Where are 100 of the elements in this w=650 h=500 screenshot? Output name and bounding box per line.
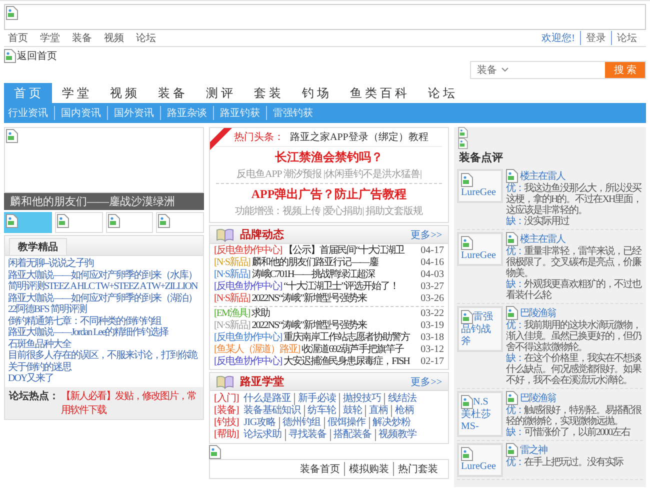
topic-link[interactable]: 枪柄 <box>391 405 418 417</box>
topic-link[interactable]: 德州钓组 <box>278 417 324 429</box>
news-link[interactable]: 求助 <box>252 308 270 320</box>
nav-tab[interactable]: 钓场 <box>292 83 340 103</box>
topic-tag[interactable]: [入门] <box>214 393 239 405</box>
topic-link[interactable]: 鼓轮 <box>339 405 366 417</box>
topic-link[interactable]: 视频教学 <box>374 429 420 441</box>
top-link[interactable]: 学堂 <box>40 31 60 45</box>
headline-subtitle[interactable]: 功能增强：视频上传 |爱心捐助| 捐助文套版规 <box>235 204 423 218</box>
topic-link[interactable]: 假饵操作 <box>324 417 369 429</box>
avatar-frame[interactable]: LureGee <box>457 443 503 477</box>
broken-image-icon <box>56 214 69 228</box>
tutorial-link[interactable]: 22阿德BFS 简明评测 <box>8 304 200 316</box>
news-link[interactable]: 【公示】首届民间“十大江湖卫 <box>284 245 404 257</box>
user-link[interactable]: 论坛 <box>611 31 642 45</box>
top-link[interactable]: 视频 <box>104 31 124 45</box>
tutorial-link[interactable]: 路亚大咖说——如何应对产卵季的到来（水库） <box>8 270 200 281</box>
news-link[interactable]: 重庆南岸工作站志愿者协助警方 <box>284 332 410 344</box>
user-link[interactable]: 楼主在雷人 <box>520 170 565 182</box>
slide-thumbnail[interactable] <box>106 212 154 233</box>
category-tag[interactable]: [反电鱼协作中心] <box>214 245 282 257</box>
headline-subtitle[interactable]: 反电鱼APP 潮汐预报 |休闲垂钓不是洪水猛兽| <box>236 167 422 181</box>
news-link[interactable]: 涛峨C701H——挑战鸭绿江超深 <box>252 269 375 281</box>
topic-link[interactable]: 新手必读 <box>294 393 340 405</box>
category-tag[interactable]: [N·S新品] <box>214 269 250 281</box>
top-link[interactable]: 首页 <box>8 31 28 45</box>
tutorial-link[interactable]: DOY又来了 <box>8 373 200 384</box>
top-link[interactable]: 论坛 <box>136 31 156 45</box>
tutorial-link[interactable]: 路亚大咖说——Jordan Lee的精细作钓选择 <box>8 327 200 338</box>
equipment-link[interactable]: 模拟购装 <box>344 462 393 476</box>
panel-tab[interactable]: 教学精品 <box>9 238 67 255</box>
slide-thumbnail[interactable] <box>54 212 102 233</box>
topic-tag[interactable]: [帮助] <box>214 429 239 441</box>
welcome-text[interactable]: 欢迎您! <box>536 31 580 45</box>
broken-image-icon <box>6 129 18 143</box>
nav-tab[interactable]: 装备 <box>148 83 196 103</box>
topic-link[interactable]: JIG攻略 <box>240 417 279 429</box>
topic-link[interactable]: 解决炒粉 <box>368 417 414 429</box>
tutorial-link[interactable]: 关于倒钓的迷思 <box>8 362 200 373</box>
avatar-frame[interactable]: LureGee <box>457 169 503 203</box>
topic-link[interactable]: 纺车轮 <box>304 405 340 417</box>
topic-link[interactable]: 寻找装备 <box>284 429 330 441</box>
equipment-link[interactable]: 热门套装 <box>393 462 442 476</box>
top-link[interactable]: 装备 <box>72 31 92 45</box>
topic-link[interactable]: 什么是路亚 <box>240 393 294 405</box>
category-tag[interactable]: [反电鱼协作中心] <box>214 281 282 293</box>
news-link[interactable]: 2022NS“涛峨”新增型号强势来 <box>252 293 366 305</box>
more-link[interactable]: 更多>> <box>410 228 442 242</box>
category-tag[interactable]: [N·S新品] <box>214 293 250 305</box>
topic-tag[interactable]: [装备] <box>214 405 239 417</box>
user-link[interactable]: 登录 <box>580 31 611 45</box>
nav-tab[interactable]: 套装 <box>244 83 292 103</box>
tutorial-link[interactable]: 路亚大咖说——如何应对产卵季的到来（湖泊） <box>8 292 200 304</box>
nav-tab[interactable]: 学堂 <box>52 83 100 103</box>
topic-link[interactable]: 装备基础知识 <box>240 405 304 417</box>
news-link[interactable]: 2022NS“涛峨”新增型号强势来 <box>252 320 366 332</box>
home-logo-alt[interactable]: 返回首页 <box>17 49 57 63</box>
user-link[interactable]: 巴陵渔翁 <box>520 392 556 404</box>
nav-tab[interactable]: 测评 <box>196 83 244 103</box>
review-pro-text: 优：我这边鱼没那么大，所以没买这梗，拿的H的。不过在XH里面，这应该是非常轻的。 <box>506 183 643 216</box>
user-link[interactable]: 雷之神 <box>520 444 547 456</box>
news-link[interactable]: 收渥道692葫芦手把旗竿子 <box>302 344 404 356</box>
broken-image-icon <box>108 214 120 228</box>
tutorial-link[interactable]: 倒钓精通第七章：不同种类的倒钓钓组 <box>8 316 200 327</box>
category-tag[interactable]: [反电鱼协作中心] <box>214 356 282 368</box>
topic-link[interactable]: 抛投技巧 <box>339 393 384 405</box>
tutorial-link[interactable]: 简明评测STEEZ A HLC TW+STEEZ A TW+ZILLION <box>8 281 200 292</box>
tutorial-link[interactable]: 目前很多人存在的误区，不服来讨论，打到你跪 <box>8 350 200 362</box>
category-tag[interactable]: [反电鱼协作中心] <box>214 332 282 344</box>
more-link[interactable]: 更多>> <box>410 374 442 388</box>
nav-tab[interactable]: 视频 <box>100 83 148 103</box>
user-link[interactable]: 楼主在雷人 <box>520 234 565 244</box>
topic-link[interactable]: 直柄 <box>365 405 392 417</box>
user-link[interactable]: 巴陵渔翁 <box>520 308 556 318</box>
avatar-frame[interactable]: LureGee <box>457 232 503 266</box>
slide-thumbnail[interactable] <box>4 212 52 233</box>
topic-link[interactable]: 搭配装备 <box>330 429 375 441</box>
news-link[interactable]: 麟和他的朋友们路亚行记——鏖 <box>252 257 378 269</box>
nav-tab[interactable]: 论坛 <box>418 83 466 103</box>
slide-thumbnail[interactable] <box>156 212 204 233</box>
avatar-frame[interactable]: N.S 美杜莎 MS- <box>457 391 503 437</box>
broken-image-icon <box>6 6 18 20</box>
news-link[interactable]: “十大江湖卫士”评选开始了！ <box>284 281 399 293</box>
news-link[interactable]: 大安迟捕渔民身患尿毒症，FISH <box>284 356 410 368</box>
category-tag[interactable]: [EM渔具] <box>214 308 250 320</box>
headline-link[interactable]: 长江禁渔会禁钓吗？ <box>275 149 383 166</box>
forum-hot-link[interactable]: 【新人必看】发贴，修改图片，常用软件下载 <box>61 388 199 416</box>
tutorial-link[interactable]: 石斑鱼品种大全 <box>8 338 200 350</box>
nav-tab[interactable]: 鱼类百科 <box>340 83 418 103</box>
headline-link[interactable]: APP弹出广告？防止广告教程 <box>251 186 407 203</box>
hot-headline-link[interactable]: 路亚之家APP登录（绑定）教程 <box>290 130 428 144</box>
topic-tag[interactable]: [钓技] <box>214 417 239 429</box>
equipment-link[interactable]: 装备首页 <box>296 462 344 476</box>
tutorial-link[interactable]: 闲着无聊--说说之子驹 <box>8 258 200 270</box>
avatar-frame[interactable]: 雷强品钓战斧 <box>457 306 503 352</box>
nav-tab[interactable]: 首页 <box>4 83 52 103</box>
review-pro-text: 优：在手上把玩过。没有实际 <box>506 457 624 468</box>
topic-link[interactable]: 线结法 <box>384 393 420 405</box>
category-tag[interactable]: [N·S新品] <box>214 320 250 332</box>
topic-link[interactable]: 论坛求助 <box>240 429 285 441</box>
